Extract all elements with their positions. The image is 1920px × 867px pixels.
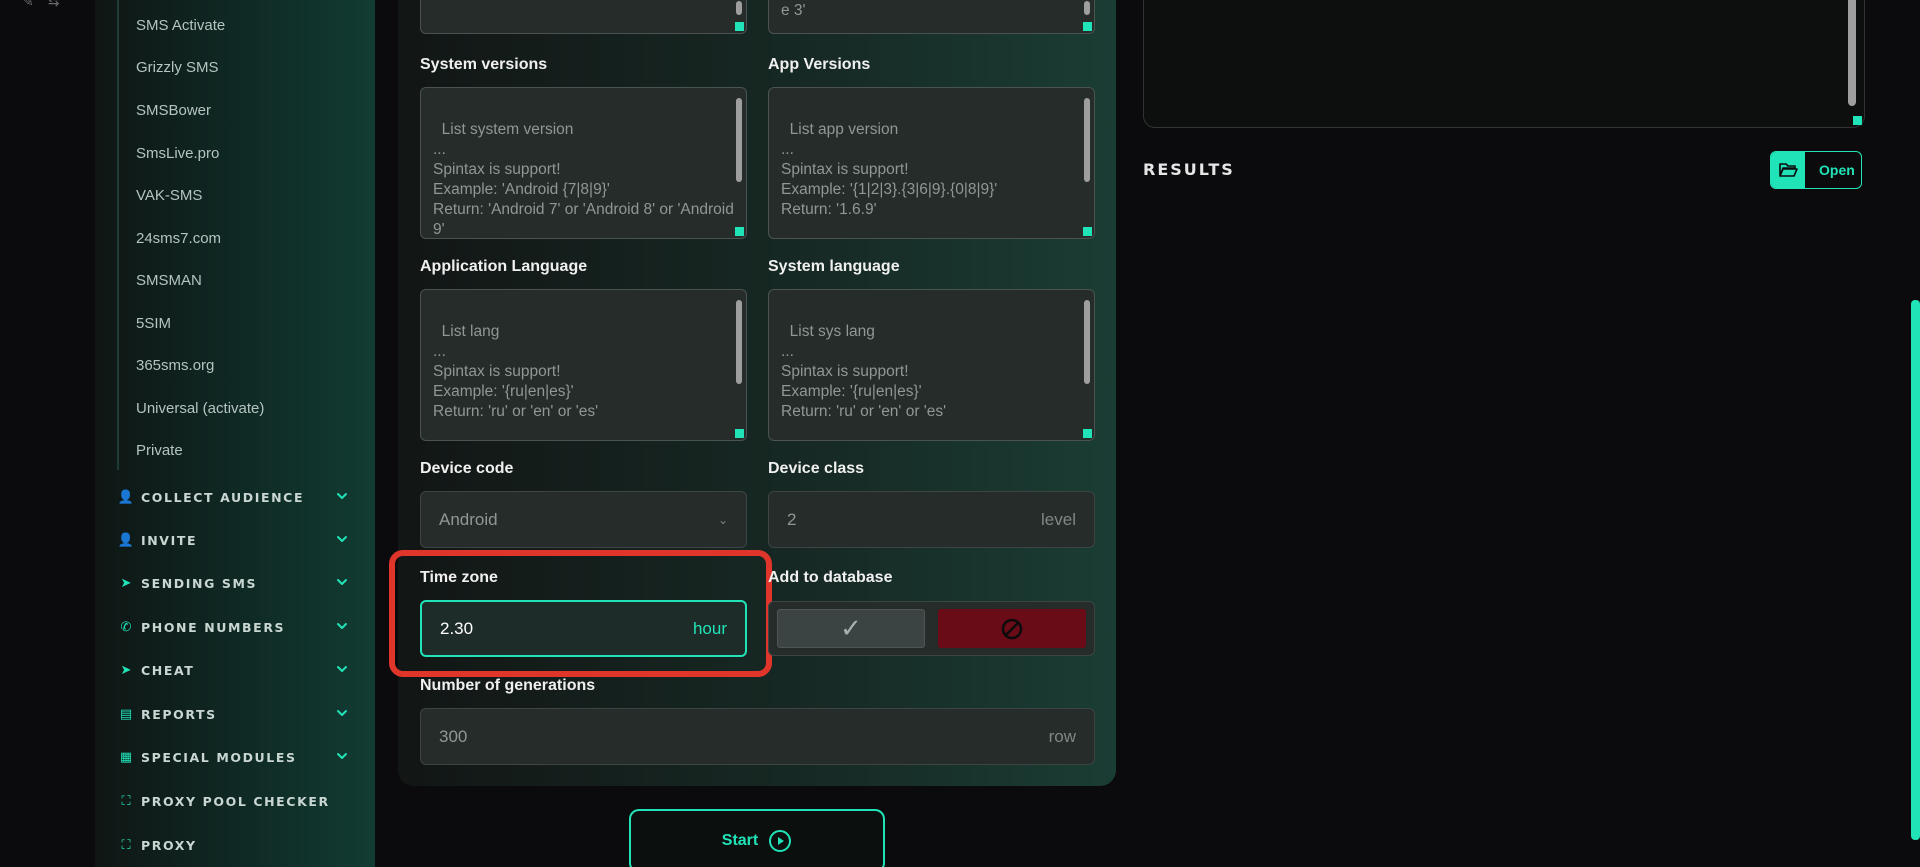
sidebar-subitem[interactable]: SMSBower [136, 102, 211, 119]
table-icon: ▦ [119, 749, 133, 765]
layout-icon[interactable]: ⇆ [48, 0, 60, 10]
log-output-box[interactable] [1143, 0, 1865, 128]
chevron-down-icon[interactable] [335, 574, 349, 593]
network-icon: ⛶ [121, 793, 131, 809]
nav-item-label: PHONE NUMBERS [141, 619, 286, 635]
chevron-down-icon: ⌄ [717, 512, 728, 527]
resize-grip[interactable] [1853, 116, 1862, 125]
nav-item[interactable]: ▤ REPORTS [117, 702, 357, 726]
nav-item-label: SENDING SMS [141, 575, 258, 591]
chevron-down-icon[interactable] [335, 618, 349, 637]
sidebar-subitem[interactable]: 24sms7.com [136, 230, 221, 247]
generations-label: Number of generations [420, 677, 596, 694]
nav-item-label: PROXY POOL CHECKER [141, 793, 330, 809]
chevron-down-icon[interactable] [335, 531, 349, 550]
submenu-line [117, 0, 119, 470]
enable-option[interactable]: ✓ [777, 609, 925, 648]
textarea-prev-right[interactable]: e 3' [768, 0, 1095, 34]
play-circle-icon [769, 830, 792, 852]
highlight-box [389, 550, 772, 677]
nav-item[interactable]: ▦ SPECIAL MODULES [117, 745, 357, 769]
users-icon: 👤 [117, 489, 135, 505]
send-plus-icon: ➤ [120, 662, 132, 678]
chevron-down-icon[interactable] [335, 748, 349, 767]
nav-item-label: INVITE [141, 532, 198, 548]
sidebar-subitem[interactable]: SMS Activate [136, 17, 225, 34]
app-language-label: Application Language [420, 258, 588, 275]
sidebar-subitem[interactable]: Grizzly SMS [136, 59, 219, 76]
chevron-down-icon[interactable] [335, 705, 349, 724]
sidebar-subitem[interactable]: 5SIM [136, 315, 171, 332]
sidebar [95, 0, 375, 867]
app-versions-label: App Versions [768, 56, 871, 73]
nav-item[interactable]: ✆ PHONE NUMBERS [117, 615, 357, 639]
system-language-label: System language [768, 258, 900, 275]
device-code-select[interactable]: Android ⌄ [420, 491, 747, 548]
chevron-down-icon[interactable] [335, 661, 349, 680]
page-scrollbar[interactable] [1911, 300, 1920, 840]
resize-grip[interactable] [735, 429, 744, 438]
resize-grip[interactable] [735, 227, 744, 236]
sidebar-subitem[interactable]: Universal (activate) [136, 400, 264, 417]
nav-item[interactable]: ➤ SENDING SMS [117, 571, 357, 595]
device-class-input[interactable]: 2 level [768, 491, 1095, 548]
chevron-down-icon[interactable] [335, 488, 349, 507]
start-button[interactable]: Start [629, 809, 885, 867]
phone-icon: ✆ [120, 619, 132, 635]
nav-item[interactable]: 👤 INVITE [117, 528, 357, 552]
sidebar-subitem[interactable]: Private [136, 442, 183, 459]
checkmark-icon: ✓ [840, 613, 862, 644]
open-results-button[interactable]: Open [1770, 151, 1862, 189]
network-icon: ⛶ [121, 837, 131, 853]
sidebar-subitem[interactable]: 365sms.org [136, 357, 214, 374]
system-versions-label: System versions [420, 56, 548, 73]
device-code-label: Device code [420, 460, 514, 477]
nav-item[interactable]: ➤ CHEAT [117, 658, 357, 682]
device-class-label: Device class [768, 460, 865, 477]
system-versions-textarea[interactable]: List system version ... Spintax is suppo… [420, 87, 747, 239]
resize-grip[interactable] [1083, 227, 1092, 236]
folder-open-icon [1779, 163, 1798, 177]
add-to-database-toggle: ✓ [768, 601, 1095, 656]
nav-item[interactable]: ⛶ PROXY POOL CHECKER [117, 789, 357, 813]
results-title: RESULTS [1143, 160, 1235, 179]
sidebar-subitem[interactable]: SmsLive.pro [136, 145, 219, 162]
app-language-textarea[interactable]: List lang ... Spintax is support! Exampl… [420, 289, 747, 441]
nav-item[interactable]: 👤 COLLECT AUDIENCE [117, 485, 357, 509]
nav-item-label: COLLECT AUDIENCE [141, 489, 305, 505]
nav-item-label: SPECIAL MODULES [141, 749, 297, 765]
report-icon: ▤ [119, 706, 133, 722]
sidebar-subitem[interactable]: SMSMAN [136, 272, 202, 289]
system-language-textarea[interactable]: List sys lang ... Spintax is support! Ex… [768, 289, 1095, 441]
edit-icon[interactable]: ✎ [22, 0, 34, 10]
forbidden-icon [1001, 618, 1023, 639]
send-icon: ➤ [120, 575, 132, 591]
generations-input[interactable]: 300 row [420, 708, 1095, 765]
nav-item-label: PROXY [141, 837, 197, 853]
resize-grip[interactable] [1083, 429, 1092, 438]
nav-item[interactable]: ⛶ PROXY [117, 833, 357, 857]
log-scrollbar[interactable] [1848, 0, 1856, 106]
add-to-database-label: Add to database [768, 569, 893, 586]
textarea-prev-left[interactable] [420, 0, 747, 34]
sidebar-subitem[interactable]: VAK-SMS [136, 187, 202, 204]
user-add-icon: 👤 [117, 532, 135, 548]
disable-option[interactable] [938, 609, 1086, 648]
nav-item-label: CHEAT [141, 662, 195, 678]
app-versions-textarea[interactable]: List app version ... Spintax is support!… [768, 87, 1095, 239]
nav-item-label: REPORTS [141, 706, 217, 722]
top-icons: ✎ ⇆ [22, 0, 59, 10]
